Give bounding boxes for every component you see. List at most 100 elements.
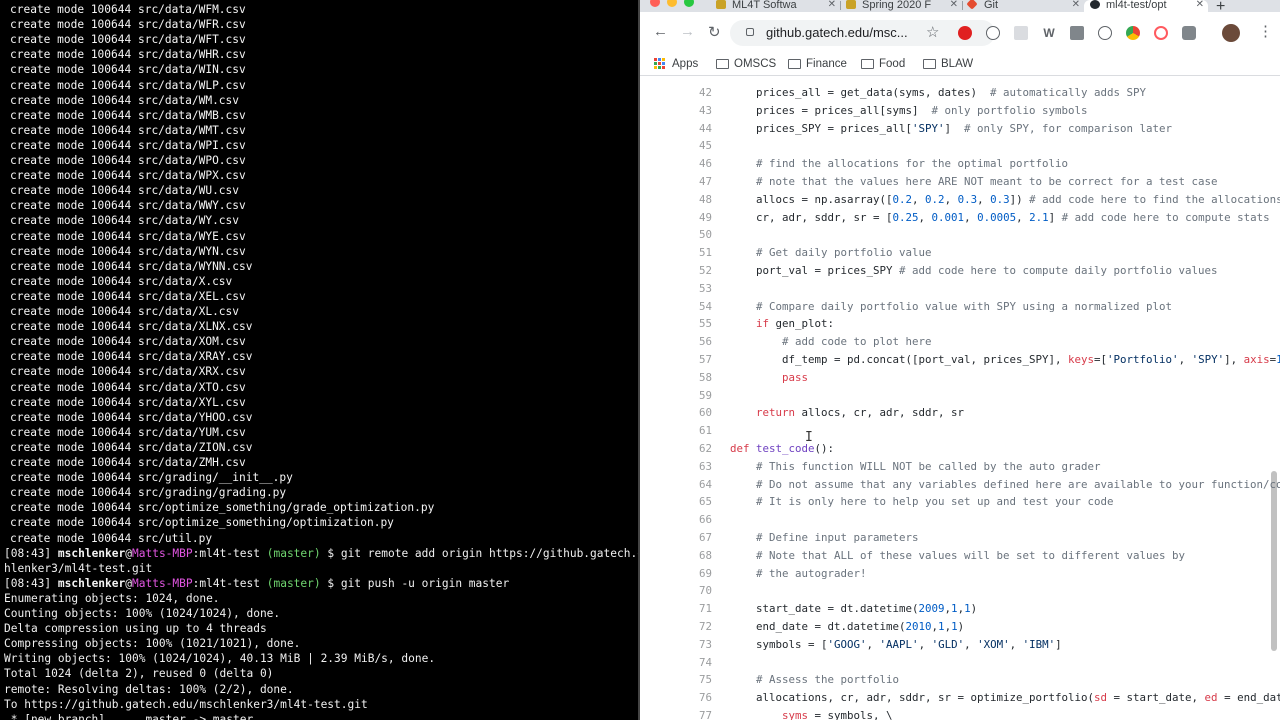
- line-number[interactable]: 45: [680, 137, 712, 155]
- tab-ml4t-software[interactable]: ML4T Softwa ✕: [710, 0, 840, 12]
- bookmark-apps[interactable]: Apps: [654, 56, 698, 72]
- line-number[interactable]: 63: [680, 458, 712, 476]
- line-number[interactable]: 66: [680, 511, 712, 529]
- close-tab-icon[interactable]: ✕: [1072, 0, 1080, 10]
- line-number[interactable]: 54: [680, 298, 712, 316]
- code-line: 57 df_temp = pd.concat([port_val, prices…: [640, 351, 1280, 369]
- prompt-at: @: [125, 546, 132, 560]
- code-line: 72 end_date = dt.datetime(2010,1,1): [640, 618, 1280, 636]
- line-number[interactable]: 56: [680, 333, 712, 351]
- line-number[interactable]: 52: [680, 262, 712, 280]
- address-bar[interactable]: github.gatech.edu/msc...: [730, 20, 995, 46]
- terminal-window[interactable]: create mode 100644 src/data/WFM.csv creat…: [0, 0, 638, 720]
- code-line: 43 prices = prices_all[syms] # only port…: [640, 102, 1280, 120]
- code-line: 55 if gen_plot:: [640, 315, 1280, 333]
- tab-label: Spring 2020 F: [862, 0, 932, 11]
- line-number[interactable]: 68: [680, 547, 712, 565]
- line-number[interactable]: 69: [680, 565, 712, 583]
- terminal-output-line: Writing objects: 100% (1024/1024), 40.13…: [4, 652, 436, 666]
- tab-label: Git: [984, 0, 999, 11]
- folder-icon: [923, 59, 936, 69]
- code-line: 52 port_val = prices_SPY # add code here…: [640, 262, 1280, 280]
- line-number[interactable]: 46: [680, 155, 712, 173]
- line-number[interactable]: 64: [680, 476, 712, 494]
- back-arrow-icon[interactable]: ←: [653, 23, 668, 40]
- opera-extension-icon[interactable]: [958, 26, 972, 40]
- bookmark-star-icon[interactable]: ☆: [926, 23, 939, 41]
- code-line: 50: [640, 226, 1280, 244]
- chrome-extension-icon[interactable]: [1126, 26, 1140, 40]
- bookmark-food[interactable]: Food: [861, 56, 905, 72]
- terminal-output-line: Compressing objects: 100% (1021/1021), d…: [4, 637, 301, 651]
- line-number[interactable]: 74: [680, 654, 712, 672]
- code-line: 76 allocations, cr, adr, sddr, sr = opti…: [640, 689, 1280, 707]
- line-number[interactable]: 58: [680, 369, 712, 387]
- line-number[interactable]: 50: [680, 226, 712, 244]
- reload-icon[interactable]: ↻: [708, 23, 721, 41]
- line-number[interactable]: 72: [680, 618, 712, 636]
- bookmark-label: Apps: [672, 58, 699, 70]
- tab-spring-2020[interactable]: Spring 2020 F ✕: [840, 0, 962, 12]
- code-line: 68 # Note that ALL of these values will …: [640, 547, 1280, 565]
- terminal-create-line: create mode 100644 src/data/WPO.csv: [10, 154, 246, 167]
- terminal-create-line: create mode 100644 src/data/WHR.csv: [10, 48, 246, 62]
- close-tab-icon[interactable]: ✕: [1196, 0, 1204, 10]
- line-number[interactable]: 57: [680, 351, 712, 369]
- forward-arrow-icon[interactable]: →: [680, 23, 695, 40]
- terminal-create-line: create mode 100644 src/data/WIN.csv: [10, 63, 246, 77]
- camera-extension-icon[interactable]: [1070, 26, 1084, 40]
- line-number[interactable]: 61: [680, 422, 712, 440]
- tab-ml4t-test[interactable]: ml4t-test/opt ✕: [1084, 0, 1208, 12]
- settings-extension-icon[interactable]: [1098, 26, 1112, 40]
- at-extension-icon[interactable]: [1154, 26, 1168, 40]
- line-number[interactable]: 55: [680, 315, 712, 333]
- line-number[interactable]: 70: [680, 582, 712, 600]
- line-number[interactable]: 73: [680, 636, 712, 654]
- line-number[interactable]: 76: [680, 689, 712, 707]
- terminal-create-line: create mode 100644 src/data/WY.csv: [10, 214, 240, 228]
- line-number[interactable]: 42: [680, 84, 712, 102]
- bookmark-finance[interactable]: Finance: [788, 56, 847, 72]
- blank-extension-icon[interactable]: [1014, 26, 1028, 40]
- tab-git[interactable]: Git ✕: [962, 0, 1084, 12]
- w-extension-icon[interactable]: W: [1042, 26, 1056, 40]
- code-view[interactable]: I 42 prices_all = get_data(syms, dates) …: [640, 77, 1280, 720]
- close-window-icon[interactable]: [650, 0, 660, 7]
- circle-extension-icon[interactable]: [986, 26, 1000, 40]
- bookmark-label: OMSCS: [734, 58, 777, 70]
- prompt-command: $ git remote add origin https://github.g…: [327, 546, 638, 560]
- minimize-window-icon[interactable]: [667, 0, 677, 7]
- line-number[interactable]: 59: [680, 387, 712, 405]
- bookmark-label: BLAW: [941, 58, 974, 70]
- line-number[interactable]: 48: [680, 191, 712, 209]
- cloud-extension-icon[interactable]: [1182, 26, 1196, 40]
- line-number[interactable]: 51: [680, 244, 712, 262]
- bookmark-label: Food: [879, 58, 906, 70]
- bookmark-blaw[interactable]: BLAW: [923, 56, 973, 72]
- more-menu-icon[interactable]: ⋮: [1258, 22, 1273, 40]
- line-number[interactable]: 67: [680, 529, 712, 547]
- line-number[interactable]: 43: [680, 102, 712, 120]
- close-tab-icon[interactable]: ✕: [828, 0, 836, 10]
- code-text: return allocs, cr, adr, sddr, sr: [756, 406, 965, 420]
- line-number[interactable]: 47: [680, 173, 712, 191]
- line-number[interactable]: 71: [680, 600, 712, 618]
- code-line: 69 # the autograder!: [640, 565, 1280, 583]
- line-number[interactable]: 44: [680, 120, 712, 138]
- close-tab-icon[interactable]: ✕: [950, 0, 958, 10]
- line-number[interactable]: 49: [680, 209, 712, 227]
- folder-icon: [788, 59, 801, 69]
- line-number[interactable]: 53: [680, 280, 712, 298]
- line-number[interactable]: 62: [680, 440, 712, 458]
- line-number[interactable]: 75: [680, 671, 712, 689]
- terminal-create-line: create mode 100644 src/data/YHOO.csv: [10, 410, 253, 424]
- maximize-window-icon[interactable]: [684, 0, 694, 7]
- bookmark-omscs[interactable]: OMSCS: [716, 56, 776, 72]
- terminal-create-line: create mode 100644 src/data/XYL.csv: [10, 395, 246, 409]
- line-number[interactable]: 60: [680, 404, 712, 422]
- line-number[interactable]: 77: [680, 707, 712, 720]
- profile-avatar[interactable]: [1222, 24, 1240, 42]
- terminal-create-line: create mode 100644 src/data/WYN.csv: [10, 244, 246, 258]
- code-line: 66: [640, 511, 1280, 529]
- line-number[interactable]: 65: [680, 493, 712, 511]
